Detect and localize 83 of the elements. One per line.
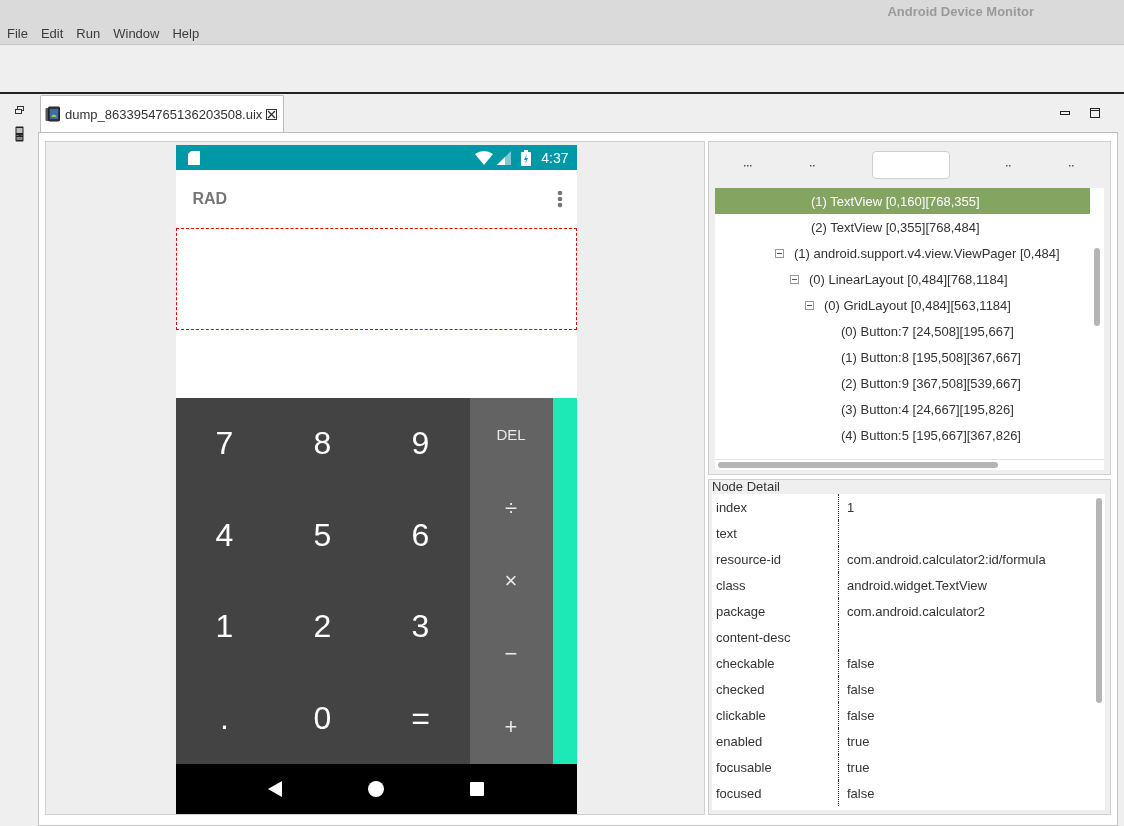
sd-card-icon [187, 150, 200, 165]
property-name: enabled [716, 733, 763, 749]
property-value: false [847, 785, 875, 801]
digit-key: . [175, 672, 274, 764]
dots-icon[interactable] [1005, 163, 1014, 167]
property-value: com.android.calculator2:id/formula [847, 551, 1046, 567]
digit-key: 2 [273, 581, 372, 673]
menu-item[interactable]: Edit [35, 25, 69, 41]
back-icon [268, 781, 283, 797]
scrollbar[interactable] [1096, 498, 1102, 703]
overflow-menu-icon [556, 190, 563, 208]
property-value: false [847, 707, 875, 723]
property-value: 1 [847, 499, 855, 515]
operator-key: ÷ [469, 471, 553, 545]
property-value: false [847, 681, 875, 697]
wifi-icon [475, 150, 494, 165]
maximize-icon[interactable] [1090, 108, 1100, 118]
digit-key: 1 [175, 581, 274, 673]
collapse-icon[interactable] [775, 248, 784, 258]
status-time: 4:37 [541, 149, 569, 166]
property-name: checkable [716, 655, 775, 671]
digit-key: 8 [273, 398, 372, 490]
signal-icon [497, 150, 512, 165]
restore-icon[interactable] [14, 106, 24, 114]
editor-tab[interactable]: dump_8633954765136203508.uix [40, 95, 285, 132]
property-value: true [847, 759, 870, 775]
filter-field[interactable] [871, 151, 950, 179]
recents-icon [469, 782, 484, 796]
property-name: package [716, 603, 766, 619]
dots-icon[interactable] [1068, 163, 1077, 167]
tree-row[interactable]: (1) android.support.v4.view.ViewPager [0,484] [715, 240, 1090, 266]
android-device-icon [45, 106, 61, 122]
scrollbar[interactable] [1094, 248, 1100, 326]
menu-item[interactable]: Window [108, 25, 165, 41]
window-title: Android Device Monitor [887, 3, 1034, 19]
digit-key: 7 [175, 398, 274, 490]
operator-key: DEL [469, 398, 553, 472]
tree-row[interactable]: (0) LinearLayout [0,484][768,1184] [715, 266, 1090, 292]
property-name: index [716, 499, 748, 515]
tree-row[interactable]: (3) Button:4 [24,667][195,826] [715, 396, 1090, 422]
property-name: checked [716, 681, 765, 697]
tree-row[interactable]: (2) Button:9 [367,508][539,667] [715, 370, 1090, 396]
tree-row[interactable]: (1) Button:8 [195,508][367,667] [715, 344, 1090, 370]
property-name: focused [716, 785, 762, 801]
digit-key: 6 [371, 489, 470, 581]
digit-key: 4 [175, 489, 274, 581]
battery-icon [521, 149, 532, 166]
phone-icon[interactable] [14, 126, 24, 142]
property-name: text [716, 525, 737, 541]
tree-row[interactable]: (2) TextView [0,355][768,484] [715, 214, 1090, 240]
digit-key: 3 [371, 581, 470, 673]
tree-row[interactable]: (0) GridLayout [0,484][563,1184] [715, 292, 1090, 318]
property-value: com.android.calculator2 [847, 603, 986, 619]
operator-key: − [469, 617, 553, 691]
group-title: Node Detail [712, 480, 781, 494]
dots-icon[interactable] [808, 163, 817, 167]
menu-item[interactable]: Run [71, 25, 106, 41]
tree-row[interactable]: (4) Button:5 [195,667][367,826] [715, 422, 1090, 448]
property-value: true [847, 733, 870, 749]
property-name: resource-id [716, 551, 782, 567]
angle-mode-label: RAD [192, 190, 228, 208]
collapse-icon[interactable] [805, 300, 814, 310]
digit-key: 9 [371, 398, 470, 490]
property-value: android.widget.TextView [847, 577, 987, 593]
property-value: false [847, 655, 875, 671]
property-name: clickable [716, 707, 766, 723]
digit-key: 0 [273, 672, 372, 764]
digit-key: 5 [273, 489, 372, 581]
digit-key: = [371, 672, 470, 764]
dots-icon[interactable] [742, 163, 754, 167]
scrollbar[interactable] [718, 462, 998, 468]
minimize-icon[interactable] [1060, 111, 1070, 115]
operator-key: × [469, 544, 553, 618]
property-name: content-desc [716, 629, 791, 645]
menu-item[interactable]: Help [167, 25, 205, 41]
close-icon[interactable] [266, 108, 278, 120]
home-icon [368, 781, 384, 797]
property-name: class [716, 577, 746, 593]
menu-item[interactable]: File [2, 25, 33, 41]
tree-row[interactable]: (0) Button:7 [24,508][195,667] [715, 318, 1090, 344]
operator-key: + [469, 690, 553, 764]
collapse-icon[interactable] [790, 274, 799, 284]
property-name: focusable [716, 759, 772, 775]
